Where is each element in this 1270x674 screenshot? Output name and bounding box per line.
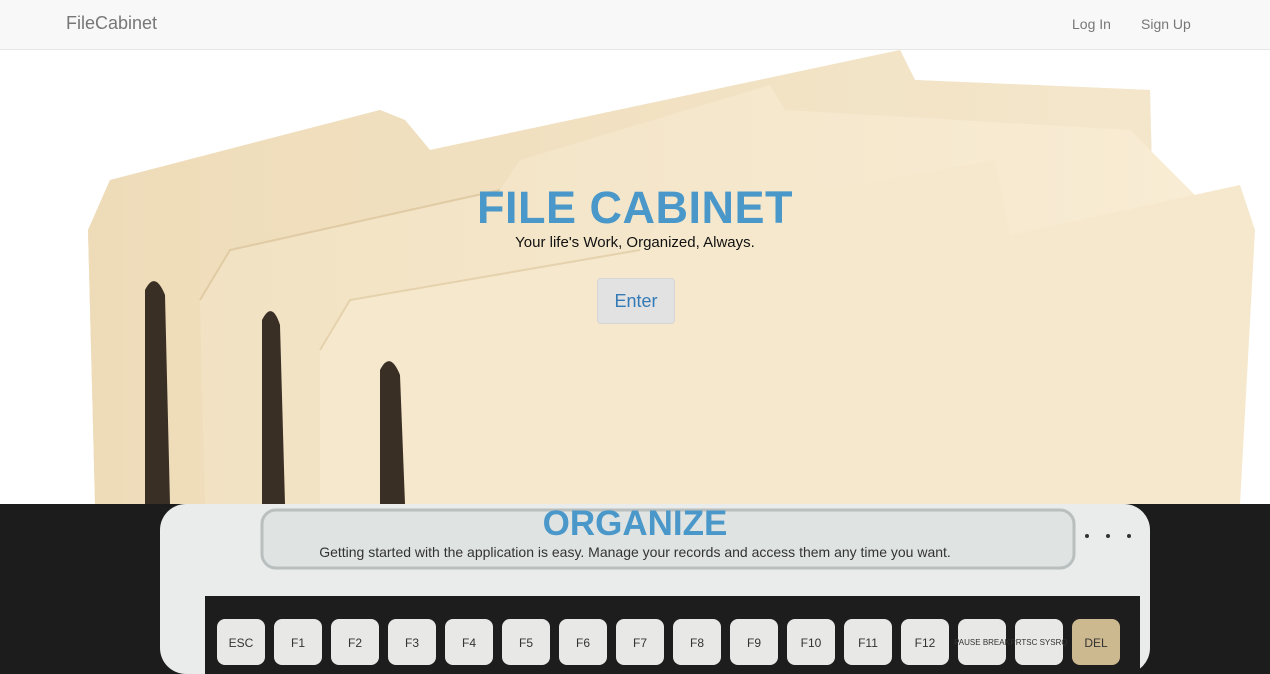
key-label: F3 (405, 636, 419, 650)
key-label: F11 (858, 636, 878, 650)
organize-text: Getting started with the application is … (319, 544, 951, 560)
key-label: F7 (633, 636, 647, 650)
key-label: F12 (915, 636, 936, 650)
signup-link[interactable]: Sign Up (1141, 16, 1191, 32)
enter-button[interactable]: Enter (597, 278, 675, 324)
key-label: F5 (519, 636, 533, 650)
key-label: F9 (747, 636, 761, 650)
navbar: FileCabinet Log In Sign Up (0, 0, 1270, 50)
key-label: F4 (462, 636, 476, 650)
key-label: PAUSE BREAK (954, 638, 1011, 647)
key-label: F2 (348, 636, 362, 650)
key-label: PRTSC SYSRQ (1010, 638, 1067, 647)
login-link[interactable]: Log In (1072, 16, 1111, 32)
file-folders-image (88, 50, 1255, 504)
brand-link[interactable]: FileCabinet (66, 13, 157, 34)
organize-title: ORGANIZE (542, 504, 728, 543)
key-label: F8 (690, 636, 704, 650)
hero-title: FILE CABINET (477, 182, 793, 233)
key-label: F10 (801, 636, 822, 650)
key-label: F6 (576, 636, 590, 650)
organize-section: ESC F1 F2 F3 F4 F5 F6 F7 F8 F9 F10 F11 F… (0, 504, 1270, 674)
key-label: ESC (229, 636, 254, 650)
key-label: DEL (1084, 636, 1108, 650)
hero-section: FILE CABINET Your life's Work, Organized… (0, 50, 1270, 504)
hero-subtitle: Your life's Work, Organized, Always. (515, 234, 755, 251)
key-label: F1 (291, 636, 305, 650)
